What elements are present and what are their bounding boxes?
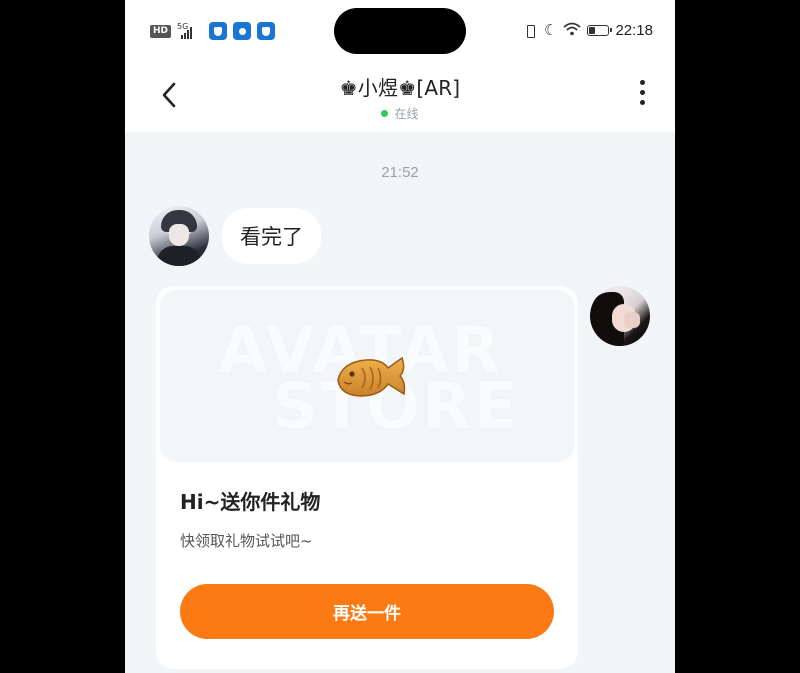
more-dots-icon (639, 80, 645, 85)
moon-icon: ☾ (544, 21, 558, 39)
hd-badge: HD (150, 24, 172, 38)
status-left: HD 5G (150, 22, 276, 40)
gift-subtitle: 快领取礼物试试吧~ (180, 532, 313, 550)
title-block: ♚小煜♚[AR] 在线 (125, 72, 675, 122)
phone-screen: HD 5G ☾ 22:18 ♚小煜♚[AR] 在线 21:52 看完了 AVAT… (125, 0, 675, 673)
shield-app-icon (209, 22, 228, 40)
wifi-icon (563, 22, 582, 39)
gift-title: Hi~送你件礼物 (180, 490, 321, 514)
online-status: 在线 (125, 105, 675, 122)
status-bar: HD 5G ☾ 22:18 (125, 0, 675, 60)
status-time: 22:18 (615, 22, 653, 39)
vibrate-icon (524, 24, 538, 38)
hexagon-app-icon (233, 22, 252, 40)
signal-icon: 5G (177, 22, 203, 39)
online-status-label: 在线 (394, 107, 419, 121)
camera-notch (334, 8, 466, 54)
more-options-button[interactable] (633, 80, 651, 112)
my-avatar[interactable] (590, 286, 650, 346)
chat-title: ♚小煜♚[AR] (339, 76, 461, 100)
contact-avatar[interactable] (149, 206, 209, 266)
send-again-button[interactable]: 再送一件 (180, 584, 554, 639)
message-bubble: 看完了 (222, 208, 321, 264)
message-timestamp: 21:52 (381, 164, 419, 181)
battery-icon (587, 25, 613, 36)
online-dot-icon (381, 110, 389, 117)
gift-banner: AVATAR STORE (160, 290, 574, 462)
shield-app-icon-2 (257, 22, 276, 40)
chat-header: ♚小煜♚[AR] 在线 (125, 60, 675, 132)
status-right: ☾ 22:18 (524, 22, 653, 39)
taiyaki-fish-icon (337, 356, 406, 397)
gift-card[interactable]: AVATAR STORE Hi~送你件礼物 快领取礼物试试吧~ 再送一件 (156, 286, 578, 669)
